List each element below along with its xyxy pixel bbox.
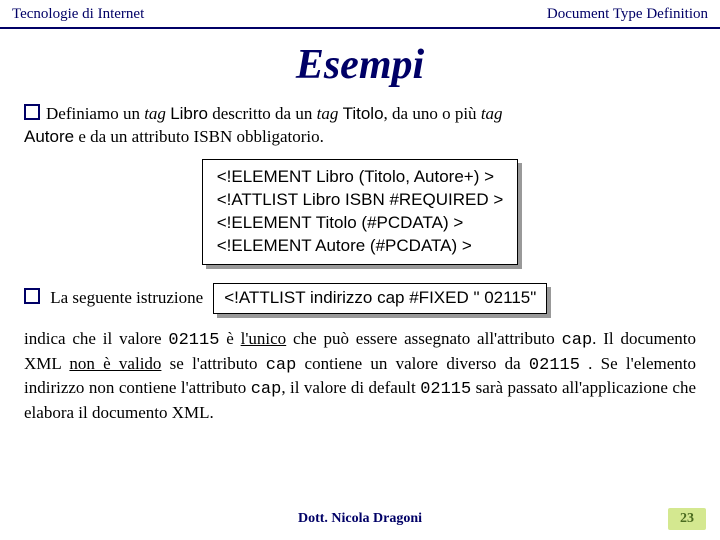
- slide-header: Tecnologie di Internet Document Type Def…: [0, 0, 720, 29]
- code-block-1-wrap: <!ELEMENT Libro (Titolo, Autore+) > <!AT…: [24, 159, 696, 265]
- header-right: Document Type Definition: [547, 6, 708, 23]
- bullet-icon: [24, 288, 40, 304]
- paragraph-2-row: La seguente istruzione <!ATTLIST indiriz…: [24, 283, 696, 314]
- code-line: <!ELEMENT Libro (Titolo, Autore+) >: [217, 166, 504, 189]
- slide-content: Definiamo un tag Libro descritto da un t…: [0, 103, 720, 425]
- code-block-1: <!ELEMENT Libro (Titolo, Autore+) > <!AT…: [202, 159, 519, 265]
- footer-author: Dott. Nicola Dragoni: [298, 511, 422, 527]
- bullet-icon: [24, 104, 40, 120]
- code-block-2: <!ATTLIST indirizzo cap #FIXED " 02115": [213, 283, 547, 314]
- page-number: 23: [668, 508, 706, 530]
- paragraph-1: Definiamo un tag Libro descritto da un t…: [24, 103, 696, 149]
- code-line: <!ATTLIST Libro ISBN #REQUIRED >: [217, 189, 504, 212]
- paragraph-2-lead: La seguente istruzione: [24, 287, 203, 310]
- header-left: Tecnologie di Internet: [12, 6, 144, 23]
- code-line: <!ELEMENT Titolo (#PCDATA) >: [217, 212, 504, 235]
- paragraph-3: indica che il valore 02115 è l'unico che…: [24, 328, 696, 426]
- slide-title: Esempi: [0, 41, 720, 89]
- slide-footer: Dott. Nicola Dragoni 23: [0, 508, 720, 530]
- code-line: <!ELEMENT Autore (#PCDATA) >: [217, 235, 504, 258]
